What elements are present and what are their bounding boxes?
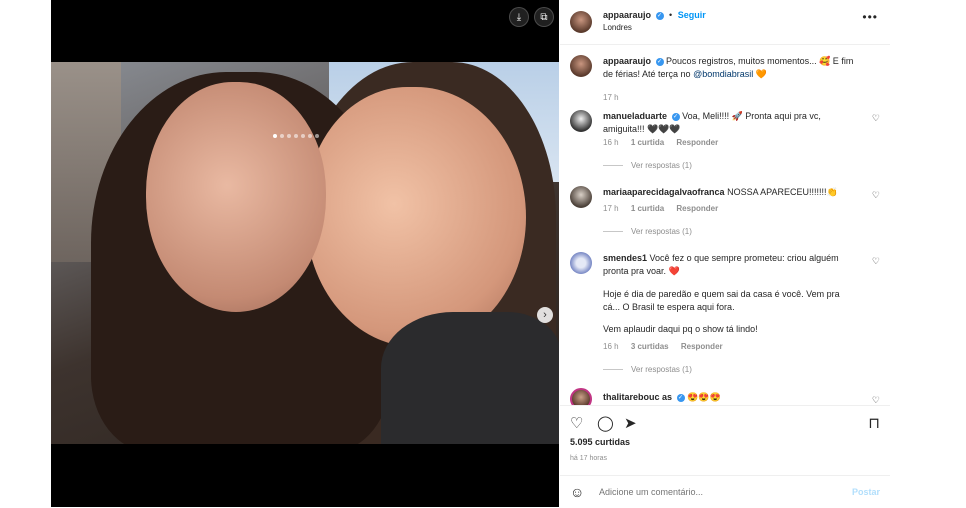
photo-face-left xyxy=(146,82,326,312)
comment-text: smendes1 Você fez o que sempre prometeu:… xyxy=(603,252,858,278)
carousel-dot xyxy=(294,134,298,138)
carousel-dot xyxy=(287,134,291,138)
like-comment-icon[interactable]: ♡ xyxy=(872,190,880,201)
reply-button[interactable]: Responder xyxy=(676,204,718,213)
carousel-dots xyxy=(273,134,319,138)
bookmark-icon[interactable]: ⊓ xyxy=(868,414,880,432)
post-photo: › xyxy=(51,62,559,444)
carousel-dot xyxy=(315,134,319,138)
reply-button[interactable]: Responder xyxy=(681,342,723,351)
caption-username[interactable]: appaaraujo xyxy=(603,56,651,66)
view-replies-button[interactable]: Ver respostas (1) xyxy=(603,161,692,170)
comment-meta: 16 h 1 curtida Responder xyxy=(603,138,728,147)
replies-line xyxy=(603,231,623,233)
more-options-icon[interactable]: ••• xyxy=(862,10,878,24)
caption-time: 17 h xyxy=(603,93,619,102)
carousel-dot xyxy=(308,134,312,138)
comment-username[interactable]: smendes1 xyxy=(603,253,647,263)
view-replies-label: Ver respostas (1) xyxy=(631,161,692,170)
carousel-dot xyxy=(280,134,284,138)
verified-icon: ✓ xyxy=(676,393,685,402)
photo-face-right xyxy=(306,87,526,347)
verified-icon: ✓ xyxy=(655,11,664,20)
caption-end: 🧡 xyxy=(753,69,767,79)
like-comment-icon[interactable]: ♡ xyxy=(872,113,880,124)
caption-avatar[interactable] xyxy=(570,55,592,77)
comment-body: 😍😍😍 xyxy=(687,392,721,402)
author-avatar[interactable] xyxy=(570,11,592,33)
external-link-icon[interactable]: ⧉ xyxy=(534,7,554,27)
view-replies-label: Ver respostas (1) xyxy=(631,365,692,374)
view-replies-button[interactable]: Ver respostas (1) xyxy=(603,365,692,374)
comment-meta: 16 h 3 curtidas Responder xyxy=(603,342,733,351)
post-timestamp: há 17 horas xyxy=(570,455,607,462)
add-comment-bar: ☺ Postar xyxy=(560,475,890,508)
comment-time: 16 h xyxy=(603,138,619,147)
commenter-avatar[interactable] xyxy=(570,252,592,274)
comment-icon[interactable]: ◯ xyxy=(597,414,614,432)
likes-count[interactable]: 5.095 curtidas xyxy=(570,437,630,447)
comment-username[interactable]: manueladuarte xyxy=(603,111,667,121)
view-replies-label: Ver respostas (1) xyxy=(631,227,692,236)
comment-time: 17 h xyxy=(603,204,619,213)
author-line: appaaraujo ✓ • Seguir xyxy=(603,10,706,20)
download-icon[interactable]: ⤓ xyxy=(509,7,529,27)
location-link[interactable]: Londres xyxy=(603,23,632,32)
comments-list[interactable]: appaaraujo ✓ Poucos registros, muitos mo… xyxy=(560,45,890,405)
verified-icon: ✓ xyxy=(671,112,680,121)
follow-button[interactable]: Seguir xyxy=(678,10,706,20)
comment-likes[interactable]: 1 curtida xyxy=(631,138,664,147)
comment-input[interactable] xyxy=(597,486,821,498)
author-username[interactable]: appaaraujo xyxy=(603,10,651,20)
photo-coat xyxy=(381,312,559,444)
caption-text: appaaraujo ✓ Poucos registros, muitos mo… xyxy=(603,55,858,81)
comment-time: 16 h xyxy=(603,342,619,351)
reply-button[interactable]: Responder xyxy=(676,138,718,147)
emoji-icon[interactable]: ☺ xyxy=(570,484,584,500)
caption-meta: 17 h xyxy=(603,93,629,102)
post-header: appaaraujo ✓ • Seguir Londres ••• xyxy=(560,0,890,45)
comment-text: mariaaparecidagalvaofranca NOSSA APARECE… xyxy=(603,186,858,199)
post-panel: appaaraujo ✓ • Seguir Londres ••• appaar… xyxy=(560,0,890,507)
comment-body-2: Hoje é dia de paredão e quem sai da casa… xyxy=(603,289,840,312)
commenter-avatar[interactable] xyxy=(570,388,592,405)
share-icon[interactable]: ➤ xyxy=(624,414,637,432)
view-replies-button[interactable]: Ver respostas (1) xyxy=(603,227,692,236)
next-slide-button[interactable]: › xyxy=(537,307,553,323)
comment-body: NOSSA APARECEU!!!!!!!👏 xyxy=(727,187,838,197)
commenter-avatar[interactable] xyxy=(570,110,592,132)
comment-likes[interactable]: 3 curtidas xyxy=(631,342,669,351)
post-media: ⤓ ⧉ › xyxy=(51,0,559,507)
comment-meta: 17 h 1 curtida Responder xyxy=(603,204,728,213)
caption-mention-link[interactable]: @bomdiabrasil xyxy=(693,69,753,79)
commenter-avatar[interactable] xyxy=(570,186,592,208)
carousel-dot xyxy=(301,134,305,138)
comment-body-3: Vem aplaudir daqui pq o show tá lindo! xyxy=(603,324,758,334)
post-comment-button[interactable]: Postar xyxy=(852,487,880,497)
like-icon[interactable]: ♡ xyxy=(570,414,583,432)
comment-text: thalitarebouc as ✓ 😍😍😍 xyxy=(603,391,858,404)
comment-text: manueladuarte ✓ Voa, Meli!!!! 🚀 Pronta a… xyxy=(603,110,858,136)
carousel-dot xyxy=(273,134,277,138)
comment-username[interactable]: thalitarebouc as xyxy=(603,392,672,402)
like-comment-icon[interactable]: ♡ xyxy=(872,395,880,405)
replies-line xyxy=(603,369,623,371)
like-comment-icon[interactable]: ♡ xyxy=(872,256,880,267)
verified-icon: ✓ xyxy=(655,57,664,66)
comment-likes[interactable]: 1 curtida xyxy=(631,204,664,213)
replies-line xyxy=(603,165,623,167)
comment-username[interactable]: mariaaparecidagalvaofranca xyxy=(603,187,725,197)
separator-dot: • xyxy=(669,10,673,20)
